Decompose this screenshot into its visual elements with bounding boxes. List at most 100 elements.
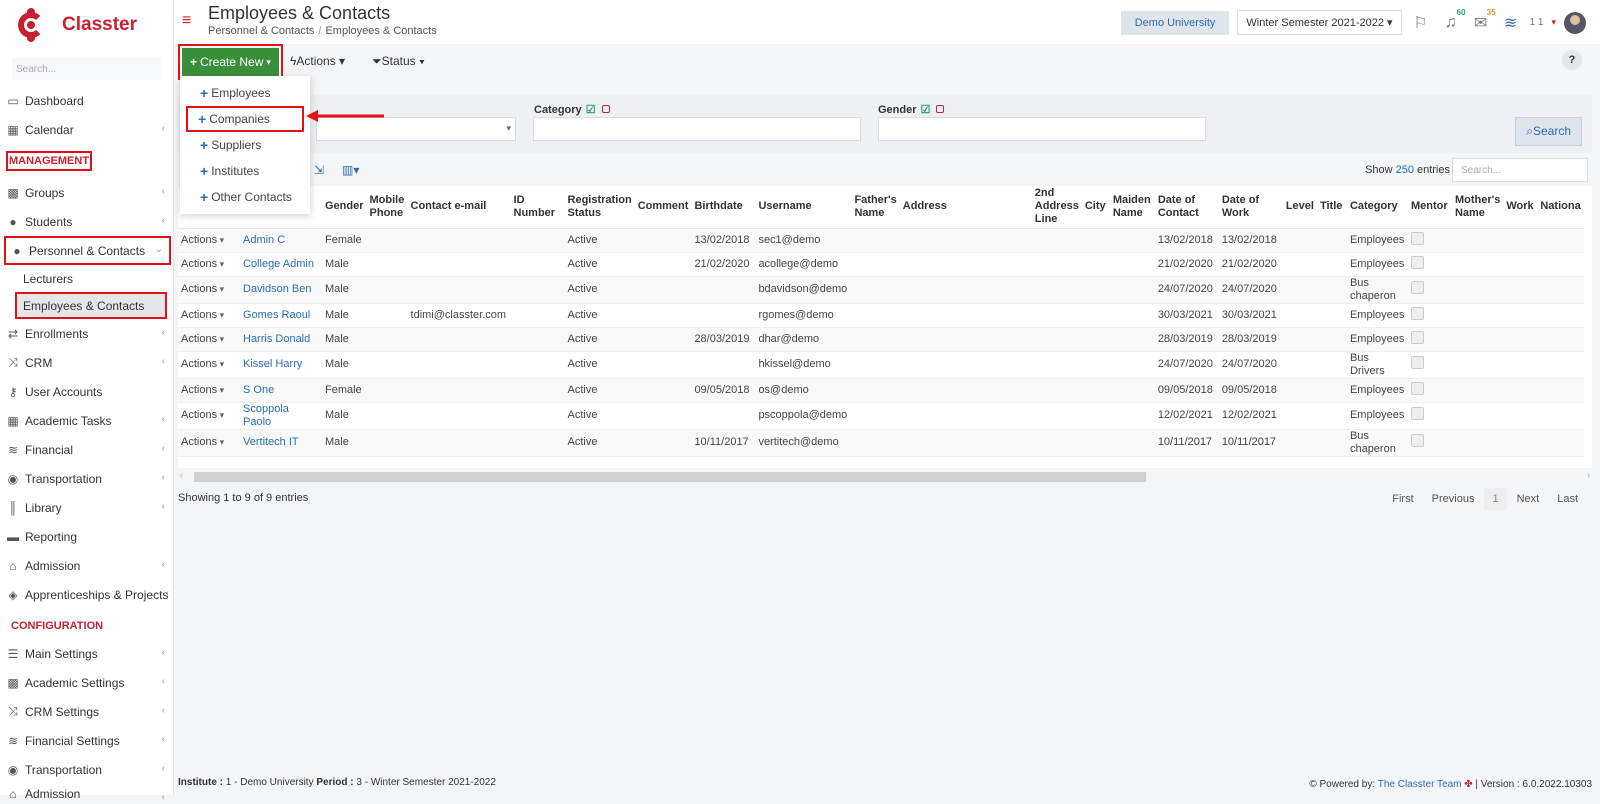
sidebar-item-dashboard[interactable]: ▭ Dashboard — [0, 86, 173, 115]
row-actions-button[interactable]: Actions — [181, 333, 224, 345]
caret-down-icon[interactable]: ▾ — [1551, 17, 1556, 28]
column-header[interactable]: 2nd Address Line — [1031, 186, 1082, 229]
table-row[interactable]: Actions Davidson Ben Male Active bdavidson@d… — [178, 276, 1584, 304]
row-actions-button[interactable]: Actions — [181, 436, 224, 448]
row-actions-button[interactable]: Actions — [181, 384, 224, 396]
check-icon[interactable]: ☑ — [921, 104, 931, 116]
contact-name-link[interactable]: Admin C — [243, 234, 285, 246]
avatar[interactable] — [1564, 11, 1586, 34]
create-menu-item-suppliers[interactable]: + Suppliers — [180, 132, 310, 158]
entries-select[interactable]: 250 — [1396, 164, 1414, 176]
page-current[interactable]: 1 — [1484, 488, 1507, 510]
check-icon[interactable]: ☑ — [586, 104, 596, 116]
column-header[interactable]: Mother's Name — [1451, 186, 1504, 229]
column-header[interactable]: Date of Contact — [1154, 186, 1219, 229]
row-actions-button[interactable]: Actions — [181, 309, 224, 321]
table-row[interactable]: Actions Kissel Harry Male Active hkissel@dem… — [178, 351, 1584, 379]
university-button[interactable]: Demo University — [1120, 10, 1230, 35]
menu-toggle-icon[interactable]: ≡ — [182, 13, 191, 29]
sidebar-item-admission[interactable]: ⌂ Admission ‹ — [0, 551, 173, 580]
column-header[interactable]: Category — [1346, 186, 1408, 229]
sidebar-item-library[interactable]: ║ Library ‹ — [0, 493, 173, 522]
column-header[interactable]: City — [1081, 186, 1110, 229]
create-menu-item-companies[interactable]: + Companies — [186, 106, 304, 132]
mentor-checkbox[interactable] — [1410, 407, 1424, 420]
columns-icon[interactable]: ▥▾ — [342, 163, 359, 177]
clear-icon[interactable] — [936, 105, 945, 113]
sidebar-item-transportation[interactable]: ◉ Transportation ‹ — [0, 464, 173, 493]
mentor-checkbox[interactable] — [1410, 231, 1424, 245]
breadcrumb-item[interactable]: Employees & Contacts — [325, 25, 436, 37]
semester-select[interactable]: Winter Semester 2021-2022 ▾ — [1237, 10, 1402, 35]
sidebar-item-main-settings[interactable]: ☰ Main Settings ‹ — [0, 639, 173, 668]
sidebar-item-enrollments[interactable]: ⇄ Enrollments ‹ — [0, 319, 173, 348]
column-header[interactable]: Father's Name — [851, 186, 900, 229]
contact-name-link[interactable]: Kissel Harry — [243, 358, 302, 370]
row-actions-button[interactable]: Actions — [181, 258, 224, 270]
bell-icon[interactable]: ♫ 60 — [1440, 6, 1468, 34]
sidebar-sub-employees-contacts[interactable]: Employees & Contacts — [15, 292, 167, 319]
contact-name-link[interactable]: Davidson Ben — [243, 283, 312, 295]
breadcrumb-item[interactable]: Personnel & Contacts — [208, 25, 314, 37]
table-row[interactable]: ActionsAdmin CFemaleActive13/02/2018sec1… — [178, 228, 1584, 253]
page-next[interactable]: Next — [1509, 488, 1548, 510]
horizontal-scrollbar[interactable]: ‹ › — [178, 470, 1592, 484]
create-new-button[interactable]: + Create New ▾ — [182, 48, 279, 76]
sidebar-item-academic-settings[interactable]: ▩ Academic Settings ‹ — [0, 668, 173, 697]
table-row[interactable]: Actions Scoppola Paolo Male Active pscoppola… — [178, 402, 1584, 430]
app-logo[interactable]: Classter — [0, 0, 173, 50]
table-search-input[interactable]: Search... — [1452, 158, 1588, 182]
mentor-checkbox[interactable] — [1410, 434, 1424, 447]
mentor-checkbox[interactable] — [1410, 381, 1424, 395]
table-row[interactable]: ActionsS OneFemaleActive09/05/2018os@dem… — [178, 378, 1584, 403]
column-header[interactable]: Comment — [634, 186, 692, 229]
sidebar-search-input[interactable]: Search... — [12, 58, 161, 80]
sidebar-item-students[interactable]: ● Students ‹ — [0, 207, 173, 236]
page-previous[interactable]: Previous — [1424, 488, 1483, 510]
column-header[interactable]: Mobile Phone — [366, 186, 408, 229]
help-button[interactable]: ? — [1562, 50, 1582, 70]
contact-name-link[interactable]: Scoppola Paolo — [243, 403, 289, 428]
column-header[interactable]: Username — [755, 186, 852, 229]
sidebar-item-financial[interactable]: ≋ Financial ‹ — [0, 435, 173, 464]
mentor-checkbox[interactable] — [1410, 356, 1424, 369]
search-button[interactable]: ⌕Search — [1515, 117, 1582, 146]
contact-name-link[interactable]: S One — [243, 384, 274, 396]
table-row[interactable]: Actions College Admin Male Active 21/02/2020… — [178, 252, 1584, 277]
flag-icon[interactable]: ⚐ — [1410, 12, 1432, 34]
category-input[interactable] — [533, 117, 861, 141]
sidebar-item-reporting[interactable]: ▬ Reporting — [0, 522, 173, 551]
column-header[interactable]: Level — [1282, 186, 1317, 229]
sidebar-item-academic-tasks[interactable]: ▦ Academic Tasks ‹ — [0, 406, 173, 435]
column-header[interactable]: Work — [1503, 186, 1538, 229]
gender-input[interactable] — [878, 117, 1206, 141]
sidebar-item-transportation-settings[interactable]: ◉ Transportation ‹ — [0, 755, 173, 784]
sidebar-item-admission-settings[interactable]: ⌂ Admission ‹ — [0, 784, 173, 804]
sidebar-item-groups[interactable]: ▩ Groups ‹ — [0, 178, 173, 207]
create-menu-item-other-contacts[interactable]: + Other Contacts — [180, 184, 310, 210]
table-row[interactable]: Actions Harris Donald Male Active 28/03/2019… — [178, 327, 1584, 352]
contact-name-link[interactable]: Vertitech IT — [243, 436, 299, 448]
sidebar-item-crm[interactable]: ⤨ CRM ‹ — [0, 348, 173, 377]
create-menu-item-employees[interactable]: + Employees — [180, 80, 310, 106]
mentor-checkbox[interactable] — [1410, 255, 1424, 269]
actions-menu[interactable]: ϟActions ▾ — [290, 54, 345, 68]
column-header[interactable]: Registration Status — [564, 186, 635, 229]
contact-name-link[interactable]: Gomes Raoul — [243, 309, 310, 321]
table-row[interactable]: Actions Gomes Raoul Male tdimi@classter.com… — [178, 303, 1584, 328]
mentor-checkbox[interactable] — [1410, 330, 1424, 344]
row-actions-button[interactable]: Actions — [181, 358, 224, 370]
column-header[interactable]: Address — [899, 186, 1032, 229]
status-menu[interactable]: ⏷Status ▾ — [372, 54, 425, 69]
mentor-checkbox[interactable] — [1410, 281, 1424, 294]
team-link[interactable]: The Classter Team — [1378, 779, 1462, 790]
sidebar-item-apprenticeships[interactable]: ◈ Apprenticeships & Projects ‹ — [0, 580, 173, 609]
row-actions-button[interactable]: Actions — [181, 234, 224, 246]
column-header[interactable]: ID Number — [510, 186, 565, 229]
sidebar-item-personnel[interactable]: ● Personnel & Contacts ⌄ — [4, 236, 171, 265]
sidebar-item-financial-settings[interactable]: ≋ Financial Settings ‹ — [0, 726, 173, 755]
row-actions-button[interactable]: Actions — [181, 409, 224, 421]
column-header[interactable]: Date of Work — [1218, 186, 1283, 229]
sidebar-item-user-accounts[interactable]: ⚷ User Accounts — [0, 377, 173, 406]
column-header[interactable]: Birthdate — [691, 186, 756, 229]
